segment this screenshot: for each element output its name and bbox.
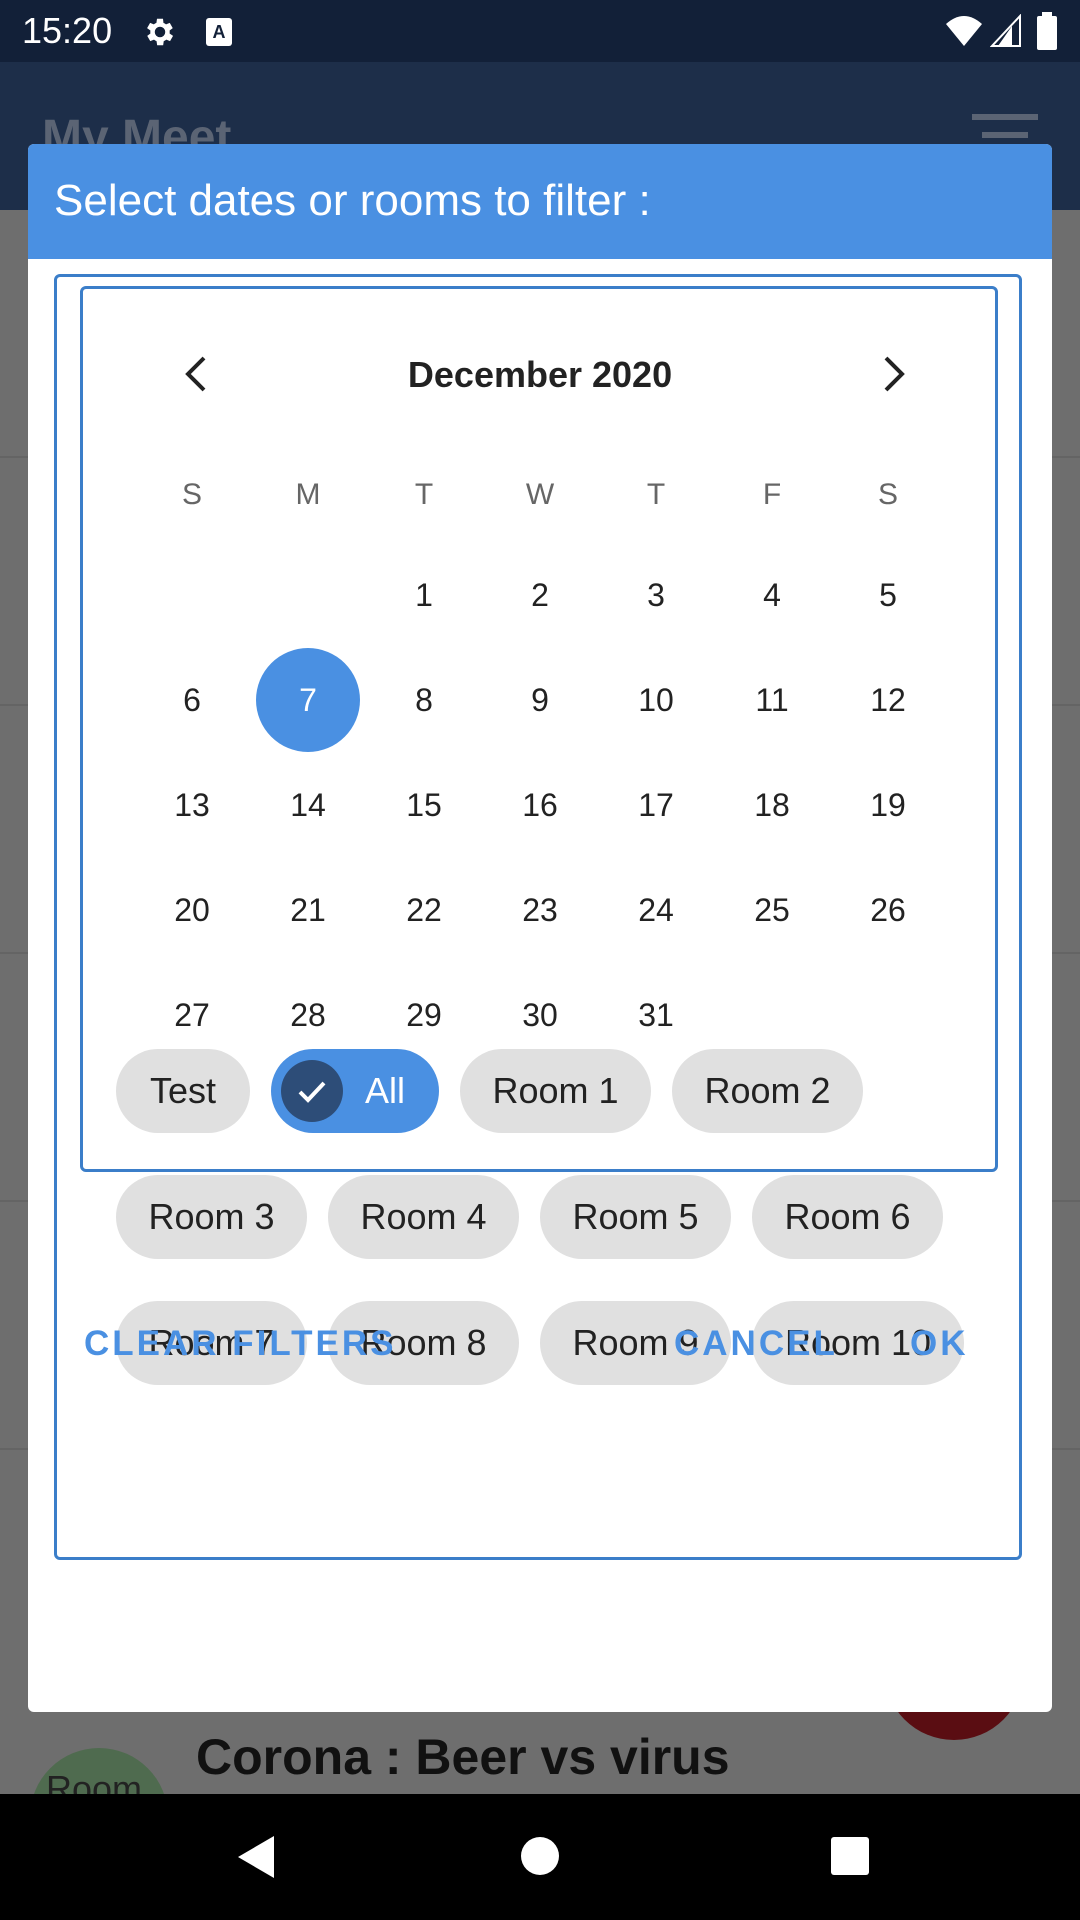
calendar-day[interactable]: 8 [372, 648, 476, 752]
dialog-title: Select dates or rooms to filter : [54, 176, 651, 225]
room-chip-test[interactable]: Test [116, 1049, 250, 1133]
calendar-day[interactable]: 19 [836, 753, 940, 857]
room-chip-room-1[interactable]: Room 1 [460, 1049, 651, 1133]
calendar-day[interactable]: 3 [604, 543, 708, 647]
calendar-day[interactable]: 22 [372, 858, 476, 962]
battery-icon [1037, 12, 1057, 50]
ok-button[interactable]: OK [910, 1324, 969, 1364]
weekday-label: W [525, 478, 555, 511]
room-chip-all[interactable]: All [271, 1049, 439, 1133]
chip-label: Room 4 [360, 1196, 487, 1237]
weekday-label: S [877, 478, 898, 511]
status-time: 15:20 [22, 10, 113, 51]
calendar-day[interactable]: 15 [372, 753, 476, 857]
chip-label: All [365, 1070, 406, 1111]
chip-label: Test [149, 1070, 217, 1111]
calendar-day[interactable]: 26 [836, 858, 940, 962]
dialog-header: Select dates or rooms to filter : [28, 144, 1052, 259]
keyboard-a-icon: A [206, 18, 232, 46]
weekday-label: T [646, 478, 666, 511]
weekday-label: S [181, 478, 202, 511]
weekday-label: F [762, 478, 782, 511]
navigation-bar [0, 1794, 1080, 1920]
wifi-icon [946, 16, 982, 46]
filter-dialog: Select dates or rooms to filter : Decemb… [28, 144, 1052, 1712]
cancel-button[interactable]: CANCEL [674, 1324, 838, 1364]
chip-label: Room 5 [572, 1196, 699, 1237]
room-chip-room-3[interactable]: Room 3 [116, 1175, 307, 1259]
calendar-day[interactable]: 6 [140, 648, 244, 752]
room-chip-room-2[interactable]: Room 2 [672, 1049, 863, 1133]
back-icon[interactable] [236, 1834, 276, 1880]
signal-icon [990, 14, 1021, 47]
recents-icon[interactable] [830, 1836, 870, 1876]
settings-icon [147, 18, 174, 46]
calendar-day[interactable]: 12 [836, 648, 940, 752]
meeting-title: Corona : Beer vs virus [196, 1729, 730, 1785]
calendar-day[interactable]: 10 [604, 648, 708, 752]
calendar-day[interactable]: 21 [256, 858, 360, 962]
calendar-day[interactable]: 1 [372, 543, 476, 647]
chip-label: Room 2 [704, 1070, 831, 1111]
room-chip-room-6[interactable]: Room 6 [752, 1175, 943, 1259]
svg-text:A: A [213, 22, 226, 42]
clear-filters-button[interactable]: CLEAR FILTERS [84, 1324, 397, 1364]
calendar-day[interactable]: 17 [604, 753, 708, 857]
check-icon [281, 1060, 343, 1122]
calendar-day[interactable]: 24 [604, 858, 708, 962]
status-bar: 15:20 A [0, 0, 1080, 62]
room-chip-room-5[interactable]: Room 5 [540, 1175, 731, 1259]
chip-label: Room 1 [492, 1070, 619, 1111]
calendar-day[interactable]: 16 [488, 753, 592, 857]
weekday-label: T [414, 478, 434, 511]
weekday-label: M [295, 478, 321, 511]
calendar-day[interactable]: 5 [836, 543, 940, 647]
calendar-day[interactable]: 9 [488, 648, 592, 752]
chip-label: Room 6 [784, 1196, 911, 1237]
calendar-day[interactable]: 4 [720, 543, 824, 647]
room-chip-room-4[interactable]: Room 4 [328, 1175, 519, 1259]
calendar-day[interactable]: 25 [720, 858, 824, 962]
calendar-day[interactable]: 23 [488, 858, 592, 962]
calendar-day[interactable]: 11 [720, 648, 824, 752]
selected-day[interactable]: 7 [256, 648, 360, 752]
next-month-icon[interactable] [874, 352, 914, 396]
calendar-day[interactable]: 20 [140, 858, 244, 962]
calendar-day[interactable]: 13 [140, 753, 244, 857]
calendar-day[interactable]: 2 [488, 543, 592, 647]
chip-label: Room 3 [148, 1196, 275, 1237]
calendar-day[interactable]: 18 [720, 753, 824, 857]
home-icon[interactable] [520, 1836, 560, 1876]
calendar-day[interactable]: 14 [256, 753, 360, 857]
